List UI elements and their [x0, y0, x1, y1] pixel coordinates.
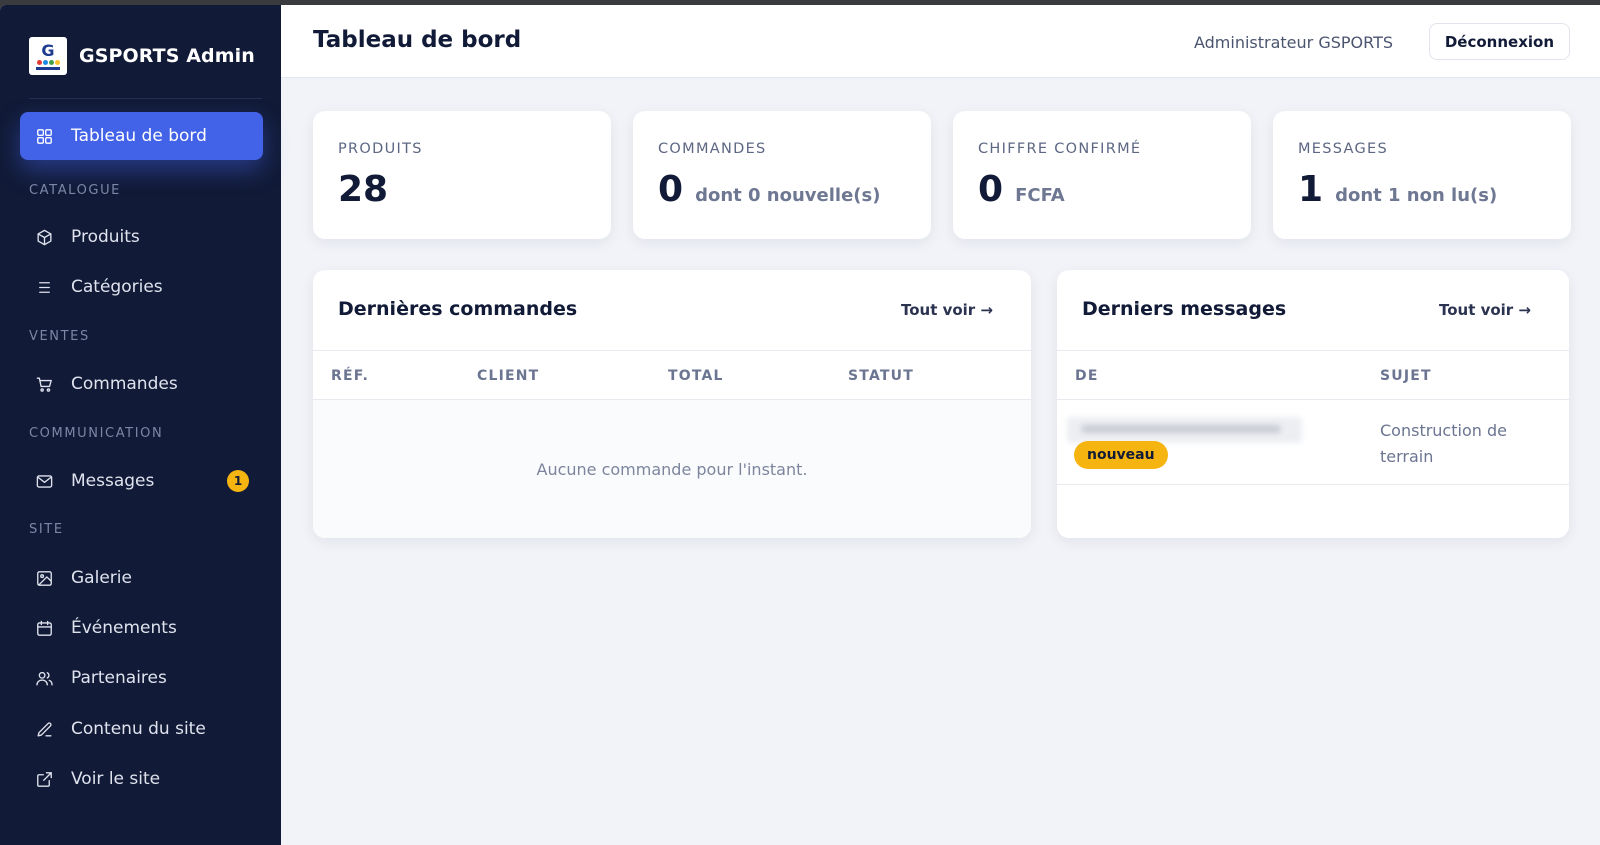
brand[interactable]: G GSPORTS Admin — [29, 37, 255, 75]
sidebar-item-label: Catégories — [71, 277, 163, 297]
gsports-logo: G — [29, 37, 67, 75]
users-icon — [34, 668, 54, 688]
message-subject: Construction de terrain — [1380, 421, 1507, 466]
column-header-status[interactable]: STATUT — [848, 368, 914, 384]
app-window: G GSPORTS Admin Tableau de bord CATALOGU… — [0, 5, 1600, 845]
messages-see-all-link[interactable]: Tout voir → — [1439, 301, 1531, 319]
messages-table-header: DE SUJET — [1057, 350, 1569, 400]
sidebar-item-view-site[interactable]: Voir le site — [20, 755, 263, 803]
column-header-from[interactable]: DE — [1075, 368, 1099, 384]
sidebar-item-label: Galerie — [71, 568, 132, 588]
section-label-ventes: VENTES — [29, 329, 90, 344]
stat-suffix: dont 1 non lu(s) — [1335, 185, 1498, 206]
stat-suffix: FCFA — [1015, 185, 1065, 206]
sidebar-item-label: Contenu du site — [71, 719, 206, 739]
unread-count-badge: 1 — [227, 470, 249, 492]
section-label-site: SITE — [29, 522, 64, 537]
stat-card-messages: MESSAGES 1 dont 1 non lu(s) — [1273, 111, 1571, 239]
sidebar: G GSPORTS Admin Tableau de bord CATALOGU… — [0, 5, 281, 845]
stat-value: 1 — [1298, 169, 1324, 210]
section-label-catalogue: CATALOGUE — [29, 183, 122, 198]
stat-card-products: PRODUITS 28 — [313, 111, 611, 239]
stat-label: PRODUITS — [338, 141, 423, 157]
sidebar-item-categories[interactable]: Catégories — [20, 263, 263, 311]
page-title: Tableau de bord — [313, 27, 522, 53]
recent-orders-panel: Dernières commandes Tout voir → RÉF. CLI… — [313, 270, 1031, 538]
redacted-sender — [1067, 417, 1302, 443]
sidebar-item-label: Commandes — [71, 374, 178, 394]
sidebar-item-label: Voir le site — [71, 769, 161, 789]
stat-label: CHIFFRE CONFIRMÉ — [978, 141, 1142, 157]
sidebar-item-label: Tableau de bord — [71, 126, 207, 146]
sidebar-item-label: Messages — [71, 471, 155, 491]
sidebar-item-products[interactable]: Produits — [20, 213, 263, 261]
column-header-client[interactable]: CLIENT — [477, 368, 539, 384]
logout-button[interactable]: Déconnexion — [1428, 23, 1570, 60]
sidebar-item-label: Partenaires — [71, 668, 167, 688]
calendar-icon — [34, 618, 54, 638]
sidebar-item-messages[interactable]: Messages 1 — [20, 457, 263, 505]
stat-suffix: dont 0 nouvelle(s) — [695, 185, 881, 206]
column-header-ref[interactable]: RÉF. — [331, 368, 369, 384]
mail-icon — [34, 471, 54, 491]
empty-state-message: Aucune commande pour l'instant. — [536, 460, 808, 479]
current-user-name: Administrateur GSPORTS — [1193, 33, 1393, 52]
stat-value: 0 — [658, 169, 684, 210]
sidebar-divider — [29, 98, 262, 99]
stat-card-revenue: CHIFFRE CONFIRMÉ 0 FCFA — [953, 111, 1251, 239]
stat-label: MESSAGES — [1298, 141, 1389, 157]
pencil-icon — [34, 719, 54, 739]
orders-see-all-link[interactable]: Tout voir → — [901, 301, 993, 319]
list-icon — [34, 277, 54, 297]
external-link-icon — [34, 769, 54, 789]
sidebar-item-gallery[interactable]: Galerie — [20, 554, 263, 602]
recent-messages-panel: Derniers messages Tout voir → DE SUJET n… — [1057, 270, 1569, 538]
sidebar-item-partners[interactable]: Partenaires — [20, 654, 263, 702]
image-icon — [34, 568, 54, 588]
sidebar-item-orders[interactable]: Commandes — [20, 360, 263, 408]
new-message-badge: nouveau — [1074, 441, 1168, 469]
cart-icon — [34, 374, 54, 394]
stat-value: 0 — [978, 169, 1004, 210]
table-row[interactable]: nouveau Construction de terrain — [1057, 400, 1569, 485]
box-icon — [34, 227, 54, 247]
orders-table-body: Aucune commande pour l'instant. — [313, 400, 1031, 538]
stat-value: 28 — [338, 169, 389, 210]
stat-card-orders: COMMANDES 0 dont 0 nouvelle(s) — [633, 111, 931, 239]
sidebar-item-site-content[interactable]: Contenu du site — [20, 705, 263, 753]
sidebar-item-label: Événements — [71, 618, 177, 638]
panel-title: Dernières commandes — [338, 298, 578, 320]
brand-name: GSPORTS Admin — [79, 45, 255, 67]
sidebar-item-events[interactable]: Événements — [20, 604, 263, 652]
column-header-total[interactable]: TOTAL — [668, 368, 724, 384]
stat-label: COMMANDES — [658, 141, 767, 157]
sidebar-item-dashboard[interactable]: Tableau de bord — [20, 112, 263, 160]
grid-icon — [34, 126, 54, 146]
column-header-subject[interactable]: SUJET — [1380, 368, 1432, 384]
sidebar-item-label: Produits — [71, 227, 140, 247]
section-label-communication: COMMUNICATION — [29, 426, 164, 441]
panel-title: Derniers messages — [1082, 298, 1287, 320]
orders-table-header: RÉF. CLIENT TOTAL STATUT — [313, 350, 1031, 400]
top-header: Tableau de bord Administrateur GSPORTS D… — [281, 5, 1600, 78]
